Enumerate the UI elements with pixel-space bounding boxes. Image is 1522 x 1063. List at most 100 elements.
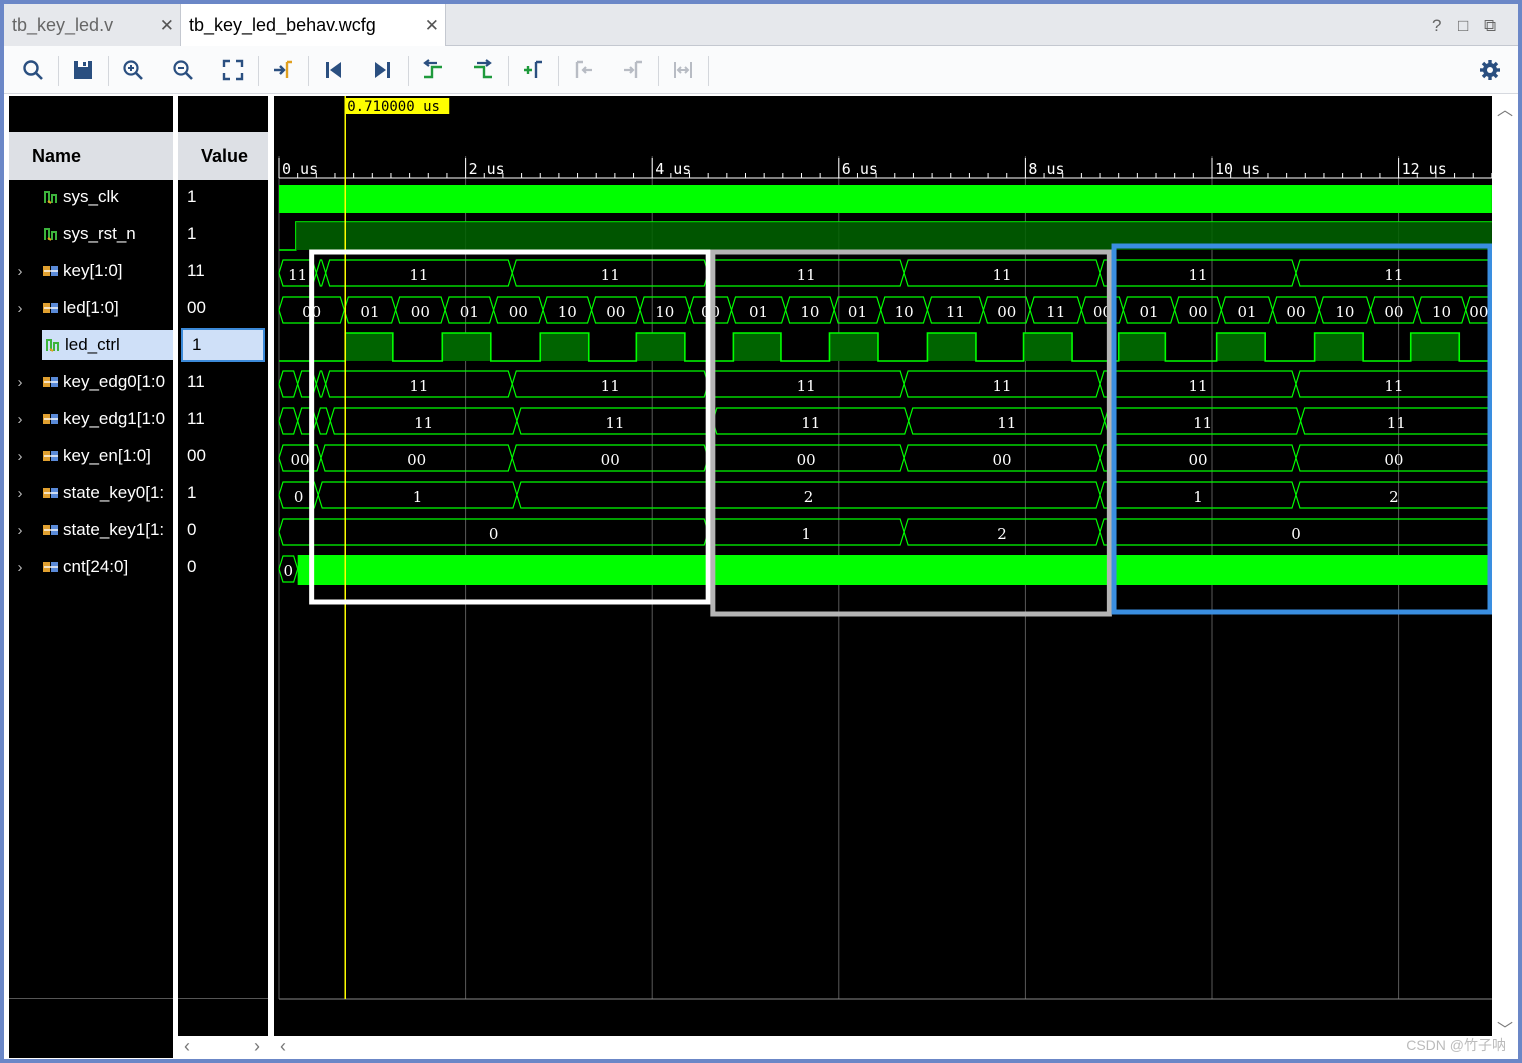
zoom-out-icon[interactable] [168, 55, 198, 85]
signal-row[interactable]: › key_en[1:0] [9, 441, 173, 471]
scroll-left-icon[interactable]: ‹ [184, 1036, 190, 1057]
led-ctrl-high-fill [1410, 333, 1460, 361]
prev-transition-icon[interactable] [418, 55, 448, 85]
bit-signal-icon [44, 191, 57, 204]
bus-value-label: 11 [1188, 266, 1207, 284]
expand-chevron-icon[interactable]: › [9, 448, 31, 465]
add-marker-icon[interactable] [518, 55, 548, 85]
signal-name: key_edg0[1:0 [63, 372, 166, 391]
save-icon[interactable] [68, 55, 98, 85]
bus-value-label: 01 [1139, 303, 1158, 321]
expand-chevron-icon[interactable]: › [9, 374, 31, 391]
signal-row[interactable]: › key_edg1[1:0 [9, 404, 173, 434]
value-column-header[interactable]: Value [178, 132, 268, 180]
expand-chevron-icon[interactable]: › [9, 522, 31, 539]
signal-row[interactable]: › key_edg0[1:0 [9, 367, 173, 397]
signal-row[interactable]: › key[1:0] [9, 256, 173, 286]
waveform-pane[interactable]: 0 us 2 us 4 us 6 us 8 us 10 us 12 us 11 11 11 11 11… [274, 96, 1492, 1058]
bus-value-label: 00 [1286, 303, 1305, 321]
signal-value: 0 [187, 520, 197, 539]
signal-value-pane: Value 1 1 11 00 1 11 11 00 1 0 0 ‹ › [178, 96, 268, 1058]
signal-name: state_key0[1: [63, 483, 165, 502]
bus-value-label: 10 [1335, 303, 1354, 321]
bus-value-label: 00 [997, 303, 1016, 321]
signal-row[interactable]: › state_key1[1: [9, 515, 173, 545]
close-icon[interactable]: ✕ [160, 16, 174, 36]
signal-name-pane: Name sys_clk sys_rst_n › key[1:0] › led[1:0] l… [9, 96, 173, 1058]
bus-value-label: 01 [360, 303, 379, 321]
expand-chevron-icon[interactable]: › [9, 411, 31, 428]
bit-signal-icon [44, 228, 57, 241]
bus-value-label: 11 [605, 414, 624, 432]
scroll-left-icon[interactable]: ‹ [280, 1036, 286, 1057]
signal-value: 0 [187, 557, 197, 576]
bus-signal-icon [43, 451, 58, 461]
led-ctrl-high-fill [829, 333, 878, 361]
bus-value-label: 01 [460, 303, 479, 321]
ruler-tick-label: 4 us [655, 160, 691, 178]
bus-value-label: 11 [1193, 414, 1212, 432]
swap-cursors-icon[interactable] [668, 55, 698, 85]
expand-chevron-icon[interactable]: › [9, 559, 31, 576]
expand-chevron-icon[interactable]: › [9, 300, 31, 317]
tab-label: tb_key_led_behav.wcfg [189, 15, 376, 35]
signal-row[interactable]: sys_clk [9, 182, 173, 212]
signal-row[interactable]: › cnt[24:0] [9, 552, 173, 582]
zoom-in-icon[interactable] [118, 55, 148, 85]
expand-chevron-icon[interactable]: › [9, 263, 31, 280]
waveform-canvas[interactable]: 0 us 2 us 4 us 6 us 8 us 10 us 12 us11 11 11 11 11… [274, 96, 1492, 1036]
led-ctrl-high-fill [1023, 333, 1073, 361]
bus-value-label: 00 [1384, 303, 1403, 321]
goto-end-icon[interactable] [368, 55, 398, 85]
settings-gear-icon[interactable] [1475, 55, 1505, 85]
help-icon[interactable]: ? [1432, 16, 1441, 36]
restore-icon[interactable]: □ [1458, 16, 1468, 36]
close-icon[interactable]: ✕ [425, 16, 439, 36]
signal-row[interactable]: led_ctrl [42, 330, 173, 360]
signal-row[interactable]: sys_rst_n [9, 219, 173, 249]
bus-value-label: 2 [804, 488, 814, 506]
bus-value-label: 00 [1469, 303, 1488, 321]
bus-value-label: 00 [411, 303, 430, 321]
goto-cursor-icon[interactable] [268, 55, 298, 85]
bus-value-label: 11 [414, 414, 433, 432]
ruler-tick-label: 2 us [469, 160, 505, 178]
bus-value-label: 00 [1384, 451, 1403, 469]
bus-value-label: 01 [848, 303, 867, 321]
bus-value-label: 10 [800, 303, 819, 321]
tab-tb-key-led-v[interactable]: tb_key_led.v ✕ [4, 4, 180, 46]
signal-value: 1 [187, 224, 197, 243]
next-marker-icon[interactable] [618, 55, 648, 85]
signal-row[interactable]: › led[1:0] [9, 293, 173, 323]
bus-value-label: 11 [993, 377, 1012, 395]
zoom-fit-icon[interactable] [218, 55, 248, 85]
waveform-hscroll[interactable]: ‹ [274, 1036, 1492, 1058]
bus-value-label: 11 [409, 377, 428, 395]
maximize-icon[interactable]: ⧉ [1484, 16, 1496, 36]
bus-value-label: 11 [993, 266, 1012, 284]
next-transition-icon[interactable] [468, 55, 498, 85]
bus-signal-icon [43, 303, 58, 313]
value-hscroll[interactable]: ‹ › [178, 1036, 268, 1058]
led-ctrl-high-fill [1314, 333, 1364, 361]
bus-value-label: 11 [997, 414, 1016, 432]
scroll-right-icon[interactable]: › [254, 1036, 260, 1057]
signal-value: 1 [187, 187, 197, 206]
signal-name: key_edg1[1:0 [63, 409, 166, 428]
led-ctrl-high-fill [636, 333, 685, 361]
expand-chevron-icon[interactable]: › [9, 485, 31, 502]
name-column-header[interactable]: Name [9, 132, 173, 180]
waveform-vscroll[interactable]: ︿ ﹀ [1493, 96, 1515, 1058]
scroll-up-icon[interactable]: ︿ [1497, 96, 1513, 120]
bus-value-label: 00 [509, 303, 528, 321]
signal-name: key[1:0] [63, 261, 123, 280]
led-ctrl-high-fill [345, 333, 393, 361]
search-icon[interactable] [18, 55, 48, 85]
bus-value-label: 0 [1291, 525, 1301, 543]
signal-value: 00 [187, 446, 206, 465]
signal-row[interactable]: › state_key0[1: [9, 478, 173, 508]
prev-marker-icon[interactable] [568, 55, 598, 85]
bus-signal-icon [43, 414, 58, 424]
tab-tb-key-led-behav-wcfg[interactable]: tb_key_led_behav.wcfg ✕ [180, 4, 446, 47]
goto-start-icon[interactable] [318, 55, 348, 85]
